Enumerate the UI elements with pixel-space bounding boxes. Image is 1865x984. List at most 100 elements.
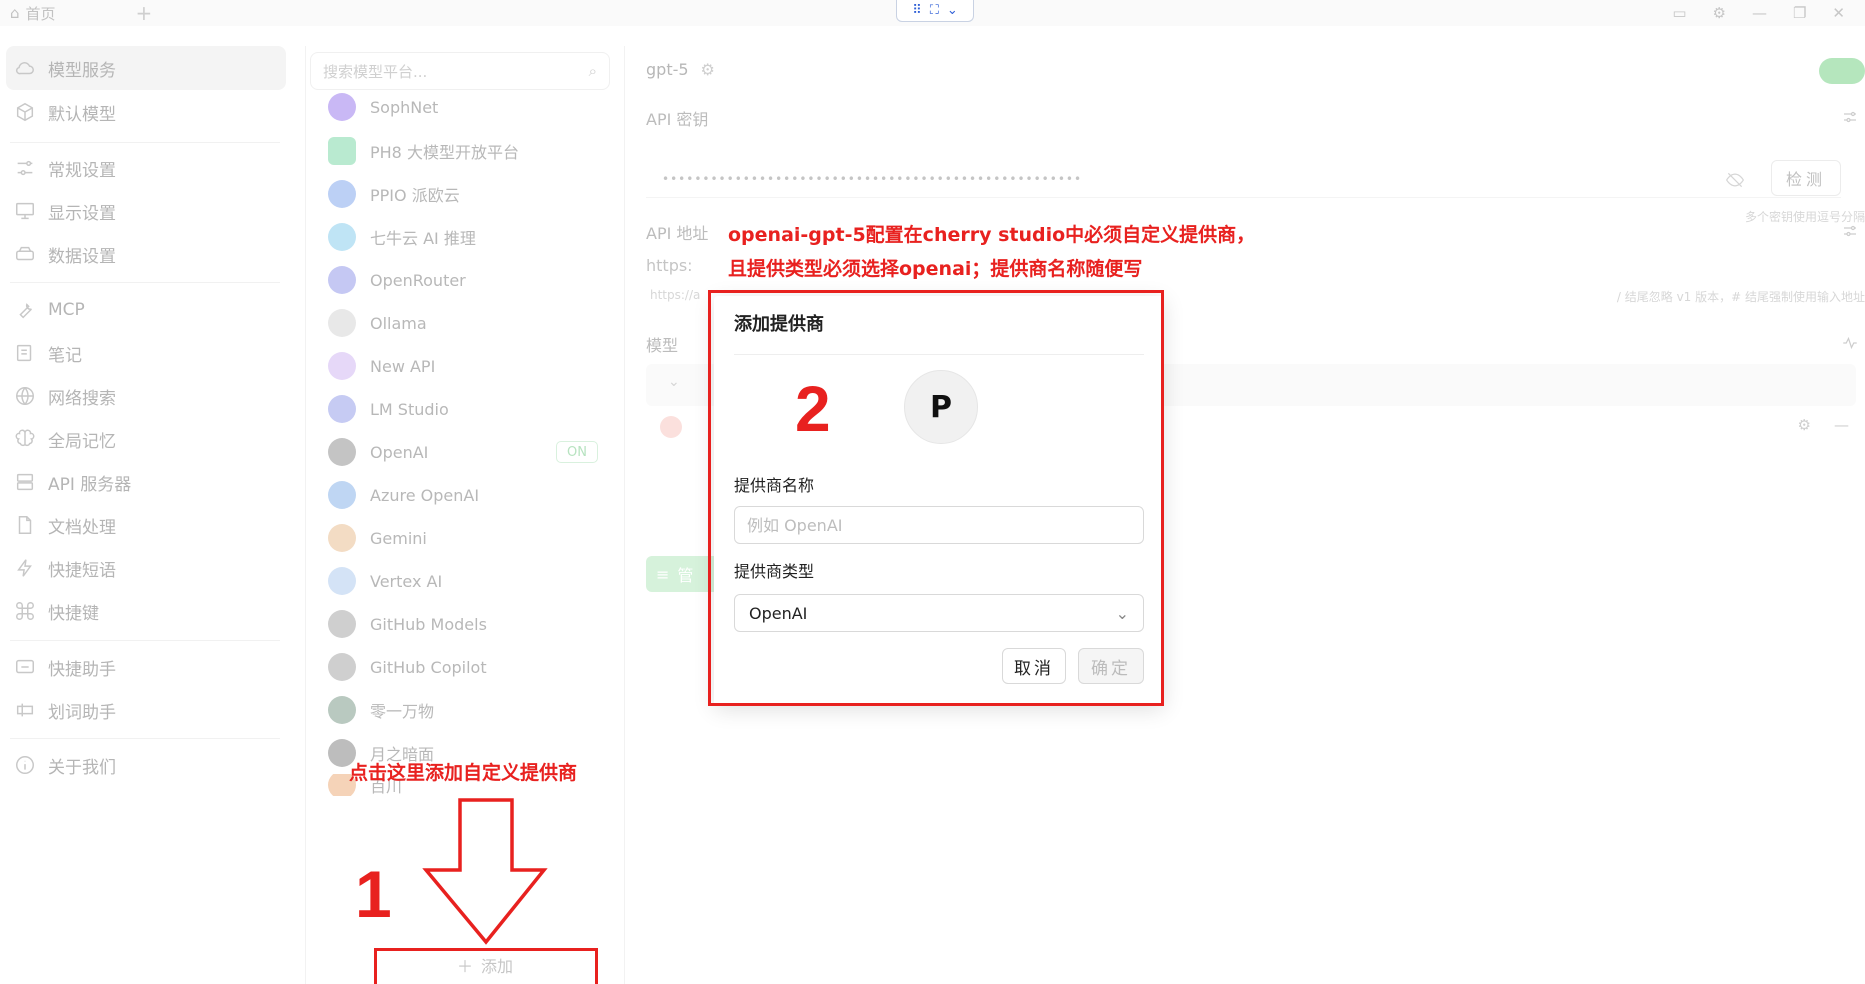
sidebar-item-data[interactable]: 数据设置 [6,232,286,276]
provider-enable-toggle[interactable] [1819,58,1865,84]
monitor-icon [16,202,34,220]
sidebar-item-memory[interactable]: 全局记忆 [6,417,286,461]
sliders-icon [17,160,33,176]
vertex-logo-icon [328,567,356,595]
api-key-field[interactable]: ••••••••••••••••••••••••••••••••••••••••… [646,160,1841,198]
provider-item-openai[interactable]: OpenAI ON [306,431,626,473]
sidebar-item-selection-assistant[interactable]: 划词助手 [6,688,286,732]
api-url-label: API 地址 [646,224,709,243]
health-check-icon[interactable] [1841,334,1859,352]
settings-sidebar: 模型服务 默认模型 常规设置 显示设置 数据设置 MCP 笔记 网络搜索 全局记… [0,46,296,984]
layout-toggle[interactable]: ⠿ ⛶ ⌄ [896,0,974,22]
drag-handle-icon: ⠿ [912,3,922,18]
gear-icon[interactable]: ⚙ [1713,4,1726,22]
provider-item[interactable]: SophNet [306,86,626,128]
manage-label: 管 [677,566,694,585]
sidebar-item-label: 数据设置 [48,246,116,267]
eye-off-icon[interactable] [1725,170,1745,194]
assistant-icon [16,659,34,674]
provider-label: SophNet [370,97,439,117]
provider-label: LM Studio [370,399,449,419]
sidebar-item-label: 关于我们 [48,757,116,778]
provider-item[interactable]: GitHub Models [306,603,626,645]
sidebar-item-shortcuts[interactable]: 快捷键 [6,589,286,633]
provider-item[interactable]: 零一万物 [306,689,626,731]
tab-home-label: 首页 [25,4,56,23]
provider-label: Ollama [370,313,427,333]
provider-label: 零一万物 [370,702,435,721]
gear-icon[interactable]: ⚙ [1798,416,1811,434]
cube-icon [16,102,34,122]
sidebar-item-label: 全局记忆 [48,431,116,452]
settings-tune-icon[interactable] [1841,108,1859,126]
sidebar-item-label: 模型服务 [48,60,116,81]
provider-label: Gemini [370,528,427,548]
sidebar-item-model-service[interactable]: 模型服务 [6,46,286,90]
sidebar-item-label: 快捷键 [48,603,99,624]
provider-item[interactable]: Gemini [306,517,626,559]
provider-label: PPIO 派欧云 [370,186,460,205]
sidebar-item-quick-phrases[interactable]: 快捷短语 [6,546,286,590]
close-icon[interactable]: ✕ [1832,4,1845,22]
cloud-icon [15,62,34,75]
provider-item[interactable]: 七牛云 AI 推理 [306,216,626,258]
provider-label: GitHub Models [370,614,487,634]
annotation-note-line1: openai-gpt-5配置在cherry studio中必须自定义提供商， [728,224,1256,246]
sidebar-item-label: 快捷短语 [48,560,116,581]
brain-icon [15,429,35,447]
sidebar-item-web-search[interactable]: 网络搜索 [6,374,286,418]
qiniu-logo-icon [328,223,356,251]
sidebar-item-mcp[interactable]: MCP [6,288,286,332]
tab-home[interactable]: ⌂ 首页 [0,3,56,24]
monitor-icon[interactable]: ▭ [1672,4,1686,22]
provider-label: PH8 大模型开放平台 [370,143,519,162]
sidebar-divider [10,282,280,283]
github-logo-icon [328,653,356,681]
title-bar: ⌂ 首页 + ⠿ ⛶ ⌄ ▭ ⚙ — ❐ ✕ [0,0,1865,26]
sidebar-item-documents[interactable]: 文档处理 [6,503,286,547]
sidebar-item-quick-assistant[interactable]: 快捷助手 [6,645,286,689]
gear-icon[interactable]: ⚙ [701,60,715,79]
api-url-hint-left: https://a [650,288,701,302]
settings-tune-icon[interactable] [1841,222,1859,240]
models-label: 模型 [646,336,679,355]
provider-item[interactable]: New API [306,345,626,387]
azure-logo-icon [328,481,356,509]
sidebar-item-display[interactable]: 显示设置 [6,189,286,233]
sidebar-item-api-server[interactable]: API 服务器 [6,460,286,504]
provider-item[interactable]: Ollama [306,302,626,344]
home-icon: ⌂ [10,4,20,22]
provider-item[interactable]: Azure OpenAI [306,474,626,516]
api-url-input[interactable]: https: [646,256,693,275]
annotation-add-note: 点击这里添加自定义提供商 [349,762,578,784]
provider-item[interactable]: LM Studio [306,388,626,430]
sidebar-item-general[interactable]: 常规设置 [6,146,286,190]
provider-item[interactable]: Vertex AI [306,560,626,602]
sidebar-item-label: API 服务器 [48,474,132,495]
provider-label: New API [370,356,436,376]
database-icon [16,246,34,261]
provider-item[interactable]: PH8 大模型开放平台 [306,130,626,172]
remove-icon[interactable]: — [1834,416,1849,434]
provider-item[interactable]: PPIO 派欧云 [306,173,626,215]
window-controls: ▭ ⚙ — ❐ ✕ [1672,0,1865,26]
lingyi-logo-icon [328,696,356,724]
sidebar-item-label: 划词助手 [48,702,116,723]
sidebar-item-notes[interactable]: 笔记 [6,331,286,375]
provider-label: GitHub Copilot [370,657,487,677]
sidebar-item-about[interactable]: 关于我们 [6,743,286,787]
check-button[interactable]: 检测 [1771,160,1841,196]
sidebar-item-label: 笔记 [48,345,82,366]
annotation-arrow-down-icon [422,798,548,945]
sidebar-item-default-model[interactable]: 默认模型 [6,90,286,134]
new-tab-button[interactable]: + [136,3,153,23]
maximize-icon[interactable]: ❐ [1793,4,1806,22]
api-url-hint-right: / 结尾忽略 v1 版本，# 结尾强制使用输入地址 [1616,290,1865,304]
newapi-logo-icon [328,352,356,380]
provider-search-input[interactable]: 搜索模型平台... ⌕ [310,52,610,90]
provider-item[interactable]: OpenRouter [306,259,626,301]
provider-label: Vertex AI [370,571,443,591]
minimize-icon[interactable]: — [1752,4,1767,22]
search-icon: ⌕ [588,62,597,80]
provider-item[interactable]: GitHub Copilot [306,646,626,688]
